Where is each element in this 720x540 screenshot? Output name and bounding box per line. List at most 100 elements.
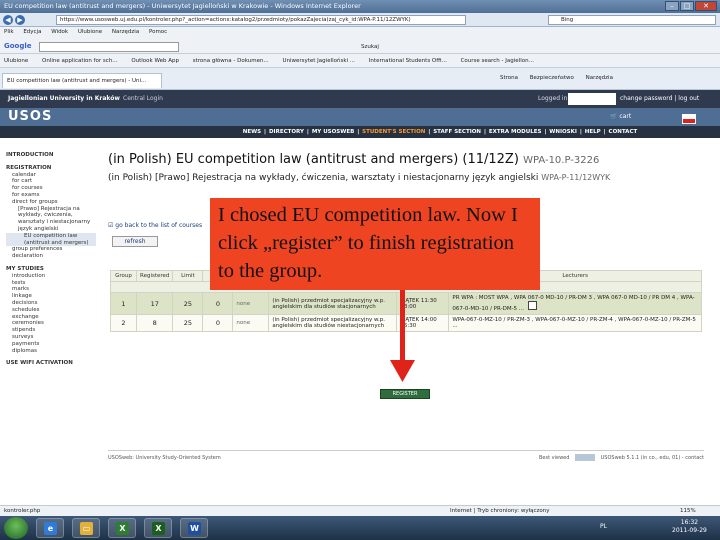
sidebar-item-ceremonies[interactable]: ceremonies	[6, 320, 96, 327]
footer-version[interactable]: USOSweb 5.1.1 (in co., edu, 01) - contac…	[601, 455, 704, 461]
nav-staff-section[interactable]: STAFF SECTION	[433, 129, 481, 135]
nav-extra-modules[interactable]: EXTRA MODULES	[489, 129, 542, 135]
limit-count: 25	[172, 314, 204, 332]
usos-logo[interactable]: USOS	[8, 109, 52, 124]
url-input[interactable]: https://www.usosweb.uj.edu.pl/kontroler.…	[56, 15, 466, 25]
ie-taskbar-icon[interactable]: e	[36, 518, 64, 538]
go-back-link[interactable]: ☑ go back to the list of courses	[108, 222, 202, 229]
sidebar-item-decisions[interactable]: decisions	[6, 300, 96, 307]
nav-directory[interactable]: DIRECTORY	[269, 129, 304, 135]
maximize-button[interactable]: □	[680, 1, 694, 11]
footer-best-viewed: Best viewed	[539, 455, 570, 461]
favorite-link[interactable]: Uniwersytet Jagielloński ...	[282, 58, 355, 64]
excel-taskbar-icon[interactable]: X	[108, 518, 136, 538]
sidebar-item-registration-round[interactable]: [Prawo] Rejestracja na wykłady, ćwiczeni…	[6, 206, 96, 233]
sidebar-item-declaration[interactable]: declaration	[6, 253, 96, 260]
group-description: (in Polish) przedmiot specjalizacyjny w.…	[268, 292, 398, 315]
clock-time: 16:32	[680, 519, 699, 526]
page-title: (in Polish) EU competition law (antitrus…	[108, 152, 708, 169]
favorite-link[interactable]: Online application for sch...	[42, 58, 118, 64]
start-button[interactable]	[4, 517, 28, 539]
search-box[interactable]: Bing	[548, 15, 716, 25]
menu-help[interactable]: Pomoc	[149, 29, 167, 35]
sidebar-item-payments[interactable]: payments	[6, 341, 96, 348]
sidebar-item-stipends[interactable]: stipends	[6, 327, 96, 334]
command-safety[interactable]: Bezpieczeństwo	[530, 75, 574, 81]
favorites-star-icon[interactable]: Ulubione	[4, 58, 28, 64]
sidebar-item-diplomas[interactable]: diplomas	[6, 348, 96, 355]
red-arrow-icon	[390, 290, 415, 382]
page-subtitle-code: WPA-P-11/12WYK	[541, 173, 611, 182]
sidebar-item-cart[interactable]: for cart	[6, 178, 96, 185]
sidebar-my-studies[interactable]: MY STUDIES	[6, 266, 96, 273]
cart-link[interactable]: 🛒 cart	[610, 113, 631, 120]
sidebar-item-introduction[interactable]: introduction	[6, 273, 96, 280]
command-bar: Strona Bezpieczeństwo Narzędzia	[500, 75, 623, 81]
excel-taskbar-icon-2[interactable]: X	[144, 518, 172, 538]
menu-tools[interactable]: Narzędzia	[112, 29, 139, 35]
favorite-link[interactable]: Course search - Jagiellon...	[461, 58, 534, 64]
sidebar-item-schedules[interactable]: schedules	[6, 307, 96, 314]
logged-user-box	[568, 93, 616, 105]
nav-wnioski[interactable]: WNIOSKI	[549, 129, 577, 135]
menu-view[interactable]: Widok	[51, 29, 68, 35]
registered-count: 17	[135, 292, 174, 315]
forward-arrow-icon[interactable]: ▶	[15, 15, 25, 25]
sidebar-item-exams[interactable]: for exams	[6, 192, 96, 199]
usos-topbar: Jagiellonian University in Kraków Centra…	[0, 90, 720, 108]
command-tools[interactable]: Narzędzia	[586, 75, 613, 81]
favorite-link[interactable]: Outlook Web App	[131, 58, 179, 64]
nav-my-usosweb[interactable]: MY USOSWEB	[312, 129, 354, 135]
language-indicator[interactable]: PL	[600, 523, 607, 530]
firefox-badge-icon[interactable]	[575, 454, 596, 461]
register-button[interactable]: REGISTER	[380, 389, 430, 399]
queue-count: 0	[202, 292, 234, 315]
menu-favorites[interactable]: Ulubione	[78, 29, 102, 35]
nav-help[interactable]: HELP	[585, 129, 601, 135]
favorite-link[interactable]: International Students Offi...	[369, 58, 447, 64]
taskbar: e ▭ X X W PL 16:32 2011-09-29	[0, 516, 720, 540]
menu-file[interactable]: Plik	[4, 29, 14, 35]
sidebar-introduction[interactable]: INTRODUCTION	[6, 152, 96, 159]
command-page[interactable]: Strona	[500, 75, 518, 81]
minimize-button[interactable]: –	[665, 1, 679, 11]
sidebar-item-group-preferences[interactable]: group preferences	[6, 246, 96, 253]
folder-taskbar-icon[interactable]: ▭	[72, 518, 100, 538]
sidebar-registration[interactable]: REGISTRATION	[6, 165, 96, 172]
nav-students-section[interactable]: STUDENT'S SECTION	[362, 129, 425, 135]
close-button[interactable]: ✕	[695, 1, 717, 11]
central-login-link[interactable]: Central Login	[123, 90, 163, 108]
sidebar-item-surveys[interactable]: surveys	[6, 334, 96, 341]
sidebar-item-linkage[interactable]: linkage	[6, 293, 96, 300]
sidebar-item-calendar[interactable]: calendar	[6, 172, 96, 179]
polish-flag-icon[interactable]	[682, 114, 696, 124]
word-taskbar-icon[interactable]: W	[180, 518, 208, 538]
note: none	[232, 314, 270, 332]
nav-contact[interactable]: CONTACT	[609, 129, 638, 135]
google-search-input[interactable]	[39, 41, 180, 52]
main-content: (in Polish) EU competition law (antitrus…	[108, 152, 708, 184]
sidebar-wifi-activation[interactable]: USE WIFI ACTIVATION	[6, 360, 96, 367]
sidebar-item-direct-groups[interactable]: direct for groups	[6, 199, 96, 206]
nav-news[interactable]: NEWS	[243, 129, 261, 135]
col-limit: Limit	[172, 270, 204, 282]
clock[interactable]: 16:32 2011-09-29	[672, 519, 707, 535]
page-subtitle: (in Polish) [Prawo] Rejestracja na wykła…	[108, 172, 698, 184]
sidebar-item-exchange[interactable]: exchange	[6, 314, 96, 321]
group-lecturers: PR WPA : MOST WPA , WPA 067-0 MD-10 / PR…	[448, 292, 702, 315]
google-search-button[interactable]: Szukaj	[361, 44, 379, 50]
refresh-button[interactable]: refresh	[112, 236, 158, 247]
sidebar-item-marks[interactable]: marks	[6, 286, 96, 293]
user-links[interactable]: change password | log out	[620, 90, 699, 108]
browser-tab[interactable]: EU competition law (antitrust and merger…	[2, 73, 162, 88]
window-controls: – □ ✕	[665, 1, 717, 11]
footer-right: Best viewed USOSweb 5.1.1 (in co., edu, …	[539, 451, 704, 465]
sidebar-item-courses[interactable]: for courses	[6, 185, 96, 192]
sidebar-item-tests[interactable]: tests	[6, 280, 96, 287]
select-group-radio[interactable]	[527, 301, 537, 310]
favorite-link[interactable]: strona główna - Dokumen...	[193, 58, 269, 64]
menu-edit[interactable]: Edycja	[23, 29, 41, 35]
sidebar-item-current-course[interactable]: EU competition law (antitrust and merger…	[6, 232, 96, 247]
back-arrow-icon[interactable]: ◀	[3, 15, 13, 25]
clock-date: 2011-09-29	[672, 527, 707, 534]
